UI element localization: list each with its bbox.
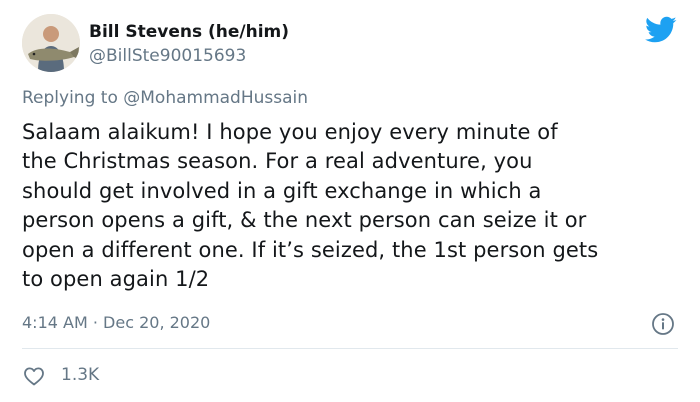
tweet-text-line: person opens a gift, & the next person c… [22,208,587,233]
author-handle[interactable]: @BillSte90015693 [89,46,246,66]
tweet-text: Salaam alaikum! I hope you enjoy every m… [22,118,692,294]
tweet-text-line: the Christmas season. For a real adventu… [22,149,533,174]
replying-to-line: Replying to @MohammadHussain [22,88,308,108]
avatar[interactable] [22,14,80,72]
info-icon[interactable] [651,312,675,336]
tweet-text-line: to open again 1/2 [22,267,210,292]
tweet-text-line: open a different one. If it’s seized, th… [22,237,599,262]
twitter-bird-icon[interactable] [645,16,677,44]
tweet-text-line: Salaam alaikum! I hope you enjoy every m… [22,120,558,144]
heart-icon[interactable] [22,364,46,388]
tweet-date: Dec 20, 2020 [103,313,211,332]
timestamp-separator: · [92,313,98,332]
replying-to-label: Replying to [22,88,118,108]
tweet-time: 4:14 AM [22,313,88,332]
tweet-timestamp[interactable]: 4:14 AM · Dec 20, 2020 [22,313,210,332]
tweet-card: Bill Stevens (he/him) @BillSte90015693 R… [0,0,700,402]
tweet-text-line: should get involved in a gift exchange i… [22,178,542,203]
profile-photo-icon [22,14,80,72]
like-count: 1.3K [61,365,100,385]
divider [22,348,678,349]
replying-to-mention-link[interactable]: @MohammadHussain [123,88,308,108]
author-display-name[interactable]: Bill Stevens (he/him) [89,22,289,42]
